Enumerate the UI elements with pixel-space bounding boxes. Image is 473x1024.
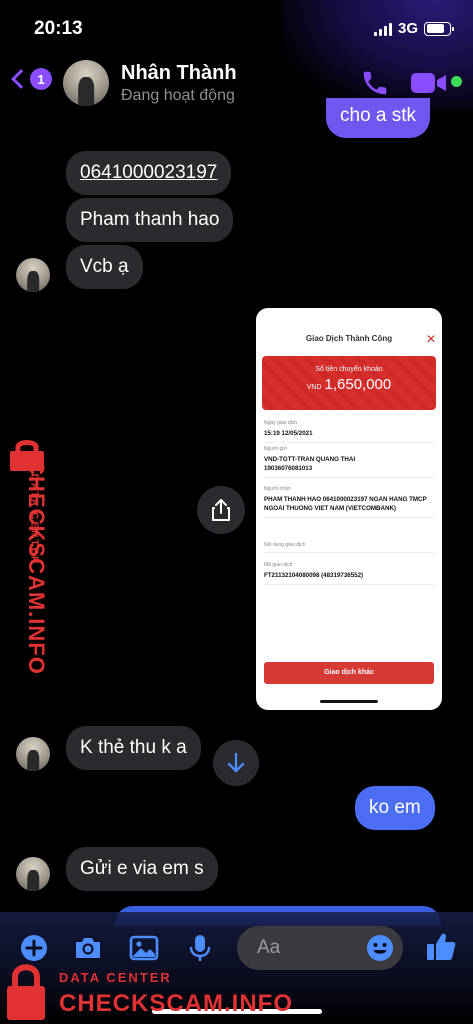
amount-label: Số tiền chuyển khoản [315,366,383,373]
sender-avatar[interactable] [16,857,50,891]
thumbs-up-icon[interactable] [424,930,458,964]
contact-avatar[interactable] [63,60,109,106]
scroll-to-bottom-button[interactable] [213,740,259,786]
amount-value: VND 1,650,000 [262,376,436,393]
receipt-field-transaction-id: Mã giao dịch FT21132104080098 (483197365… [264,562,434,585]
watermark-bottom-big: CHECKSCAM.INFO [59,990,293,1017]
receipt-title: Giao Dịch Thành Công [305,334,393,343]
padlock-icon [7,964,45,1020]
status-time: 20:13 [34,18,83,39]
receipt-field-sender: Người gửi VND-TGTT-TRAN QUANG THAI 19036… [264,446,434,478]
share-button[interactable] [197,486,245,534]
sender-avatar[interactable] [16,258,50,292]
amount: 1,650,000 [324,376,392,393]
watermark-side-big: CHECKSCAM.INFO [23,459,49,675]
arrow-down-icon [227,752,245,773]
signal-icon [373,22,392,36]
chevron-left-icon [11,69,31,89]
message-no-card[interactable]: K thẻ thu k a [66,726,201,770]
receipt-field-recipient: Người nhận PHAM THANH HAO 0641000023197 … [264,486,434,518]
message-account-number[interactable]: 0641000023197 [66,151,232,195]
watermark-side: DATA CENTER CHECKSCAM.INFO [0,438,54,675]
message-list[interactable]: cho a stk 0641000023197 Pham thanh hao V… [0,98,473,912]
message-outgoing[interactable]: cho a stk [326,98,431,138]
watermark-bottom: DATA CENTER CHECKSCAM.INFO [0,960,330,1024]
message-bank[interactable]: Vcb ạ [66,245,143,289]
share-icon [212,499,230,521]
battery-fill [426,24,445,33]
video-call-icon[interactable] [410,70,448,96]
close-icon: ✕ [425,332,436,346]
other-transaction-button: Giao dịch khác [264,662,434,684]
contact-name[interactable]: Nhân Thành [121,62,237,85]
currency: VND [306,384,322,391]
receipt-field-date: Ngày giao dịch 15:19 12/05/2021 [264,420,434,443]
phone-icon[interactable] [360,68,390,98]
message-outgoing-ko-em[interactable]: ko em [355,786,435,830]
receipt-field-content: Nội dung giao dịch [264,542,434,553]
receipt-amount-banner: Số tiền chuyển khoản VND 1,650,000 [262,356,436,410]
message-input-placeholder: Aa [257,937,281,958]
sender-avatar[interactable] [16,737,50,771]
online-indicator [451,76,462,87]
status-bar: 20:13 3G [0,0,473,56]
contact-status: Đang hoạt động [121,87,235,104]
battery-icon [424,21,454,36]
avatar-silhouette [78,77,94,106]
back-button[interactable]: 1 [8,68,52,90]
network-label: 3G [397,20,418,37]
watermark-bottom-small: DATA CENTER [59,970,172,985]
status-right: 3G [373,20,454,37]
emoji-icon[interactable] [365,933,395,963]
receipt-home-indicator [320,700,378,703]
unread-badge: 1 [30,68,52,90]
transfer-receipt-image[interactable]: Giao Dịch Thành Công ✕ Số tiền chuyển kh… [256,308,442,710]
message-account-name[interactable]: Pham thanh hao [66,198,234,242]
message-send-via[interactable]: Gửi e via em s [66,847,218,891]
